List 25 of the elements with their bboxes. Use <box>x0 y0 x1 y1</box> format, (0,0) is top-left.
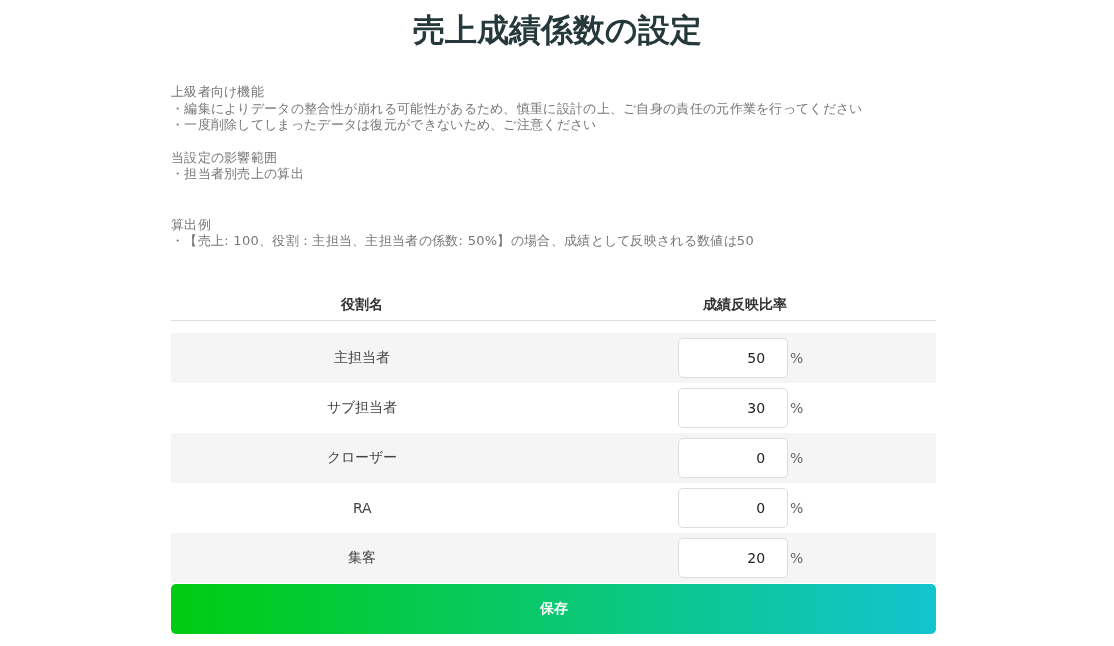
percent-unit: % <box>790 549 804 566</box>
ratio-input[interactable]: 20 <box>678 537 789 578</box>
column-header: 成績反映比率 <box>702 295 787 314</box>
note-heading: 上級者向け機能 <box>171 84 265 101</box>
role-name: クローザー <box>327 448 398 465</box>
ratio-input[interactable]: 0 <box>678 487 789 528</box>
note-text: ・編集によりデータの整合性が崩れる可能性があるため、慎重に設計の上、ご自身の責任の元作業を行ってください <box>171 100 863 117</box>
role-name: RA <box>352 499 372 516</box>
ratio-input[interactable]: 0 <box>678 437 789 478</box>
note-heading: 当設定の影響範囲 <box>171 149 278 166</box>
note-text: ・【売上: 100、役割：主担当、主担当者の係数: 50%】の場合、成績として反映される数値は50 <box>171 233 754 250</box>
note-text: ・担当者別売上の算出 <box>171 166 304 183</box>
role-name: 集客 <box>348 548 377 565</box>
percent-unit: % <box>790 399 804 416</box>
ratio-input[interactable]: 50 <box>678 337 789 378</box>
column-header: 役割名 <box>341 295 384 314</box>
percent-unit: % <box>790 499 804 516</box>
note-text: ・一度削除してしまったデータは復元ができないため、ご注意ください <box>171 117 597 134</box>
note-heading: 算出例 <box>171 216 211 233</box>
percent-unit: % <box>790 349 804 366</box>
role-name: サブ担当者 <box>327 398 398 415</box>
ratio-input[interactable]: 30 <box>678 387 789 428</box>
page-title: 売上成績係数の設定 <box>412 10 702 51</box>
role-name: 主担当者 <box>334 348 391 365</box>
percent-unit: % <box>790 449 804 466</box>
